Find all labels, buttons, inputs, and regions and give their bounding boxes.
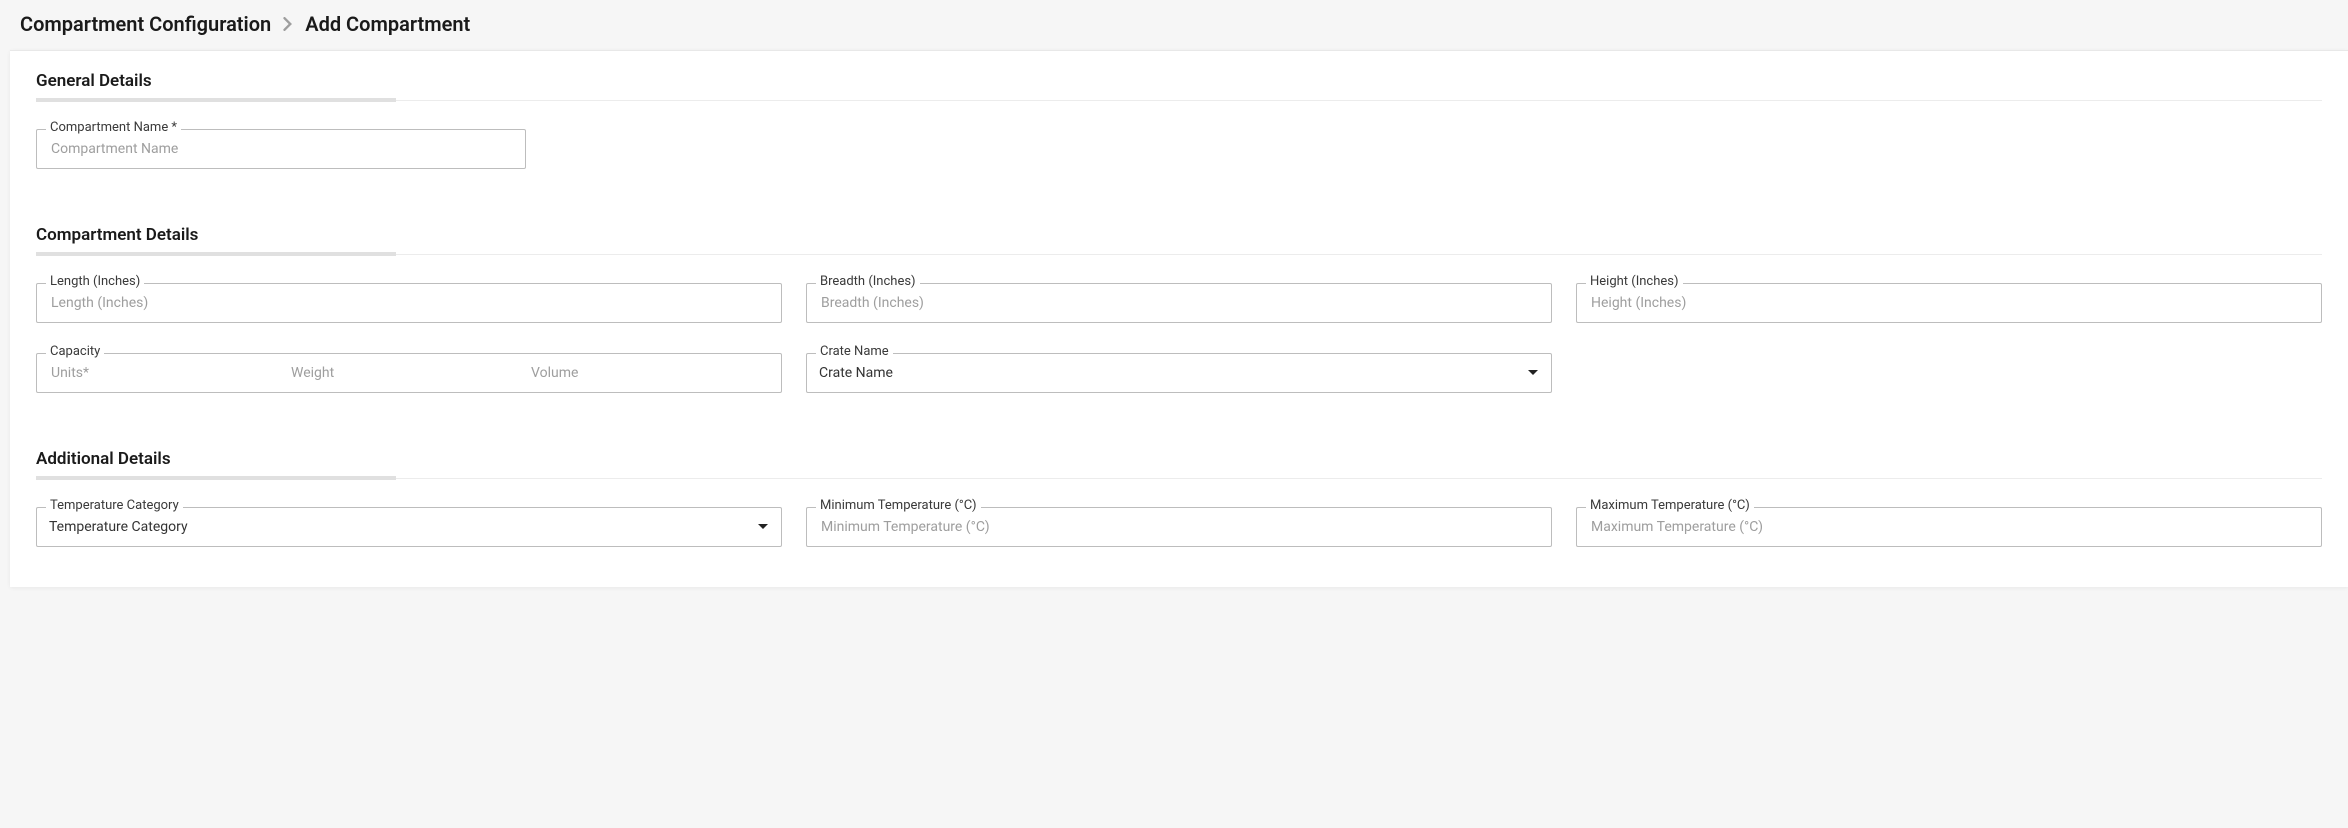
caret-down-icon: [1527, 365, 1539, 381]
height-input[interactable]: [1589, 294, 2309, 312]
breadth-input[interactable]: [819, 294, 1539, 312]
min-temp-input[interactable]: [819, 518, 1539, 536]
section-title-details: Compartment Details: [36, 225, 2322, 245]
section-divider: [36, 253, 2322, 255]
field-label: Minimum Temperature (°C): [816, 498, 981, 513]
field-label: Crate Name: [816, 344, 893, 359]
page: Compartment Configuration Add Compartmen…: [0, 0, 2348, 828]
field-label: Height (Inches): [1586, 274, 1683, 289]
section-title-general: General Details: [36, 71, 2322, 91]
field-label: Breadth (Inches): [816, 274, 920, 289]
chevron-right-icon: [283, 17, 293, 31]
max-temp-input[interactable]: [1589, 518, 2309, 536]
max-temp-field: Maximum Temperature (°C): [1576, 507, 2322, 547]
min-temp-field: Minimum Temperature (°C): [806, 507, 1552, 547]
crate-name-field: Crate Name Crate Name: [806, 353, 1552, 393]
field-label: Length (Inches): [46, 274, 144, 289]
section-divider: [36, 477, 2322, 479]
section-title-additional: Additional Details: [36, 449, 2322, 469]
capacity-units-input[interactable]: [49, 364, 289, 382]
temperature-category-select[interactable]: Temperature Category: [36, 507, 782, 547]
capacity-volume-input[interactable]: [529, 364, 769, 382]
breadcrumb: Compartment Configuration Add Compartmen…: [0, 0, 2348, 50]
crate-name-placeholder: Crate Name: [819, 365, 1527, 381]
field-label: Maximum Temperature (°C): [1586, 498, 1754, 513]
temperature-category-field: Temperature Category Temperature Categor…: [36, 507, 782, 547]
crate-name-select[interactable]: Crate Name: [806, 353, 1552, 393]
field-label: Temperature Category: [46, 498, 183, 513]
compartment-name-field: Compartment Name *: [36, 129, 526, 169]
section-divider: [36, 99, 2322, 101]
length-input[interactable]: [49, 294, 769, 312]
capacity-field: Capacity: [36, 353, 782, 393]
capacity-weight-input[interactable]: [289, 364, 529, 382]
height-field: Height (Inches): [1576, 283, 2322, 323]
field-label: Capacity: [46, 344, 104, 359]
breadth-field: Breadth (Inches): [806, 283, 1552, 323]
field-label: Compartment Name *: [46, 120, 181, 135]
temperature-category-placeholder: Temperature Category: [49, 519, 757, 535]
form-card: General Details Compartment Name * Compa…: [10, 50, 2348, 587]
breadcrumb-current: Add Compartment: [305, 12, 470, 36]
length-field: Length (Inches): [36, 283, 782, 323]
caret-down-icon: [757, 519, 769, 535]
breadcrumb-root[interactable]: Compartment Configuration: [20, 12, 271, 36]
spacer: [1576, 353, 2322, 393]
compartment-name-input[interactable]: [49, 140, 513, 158]
